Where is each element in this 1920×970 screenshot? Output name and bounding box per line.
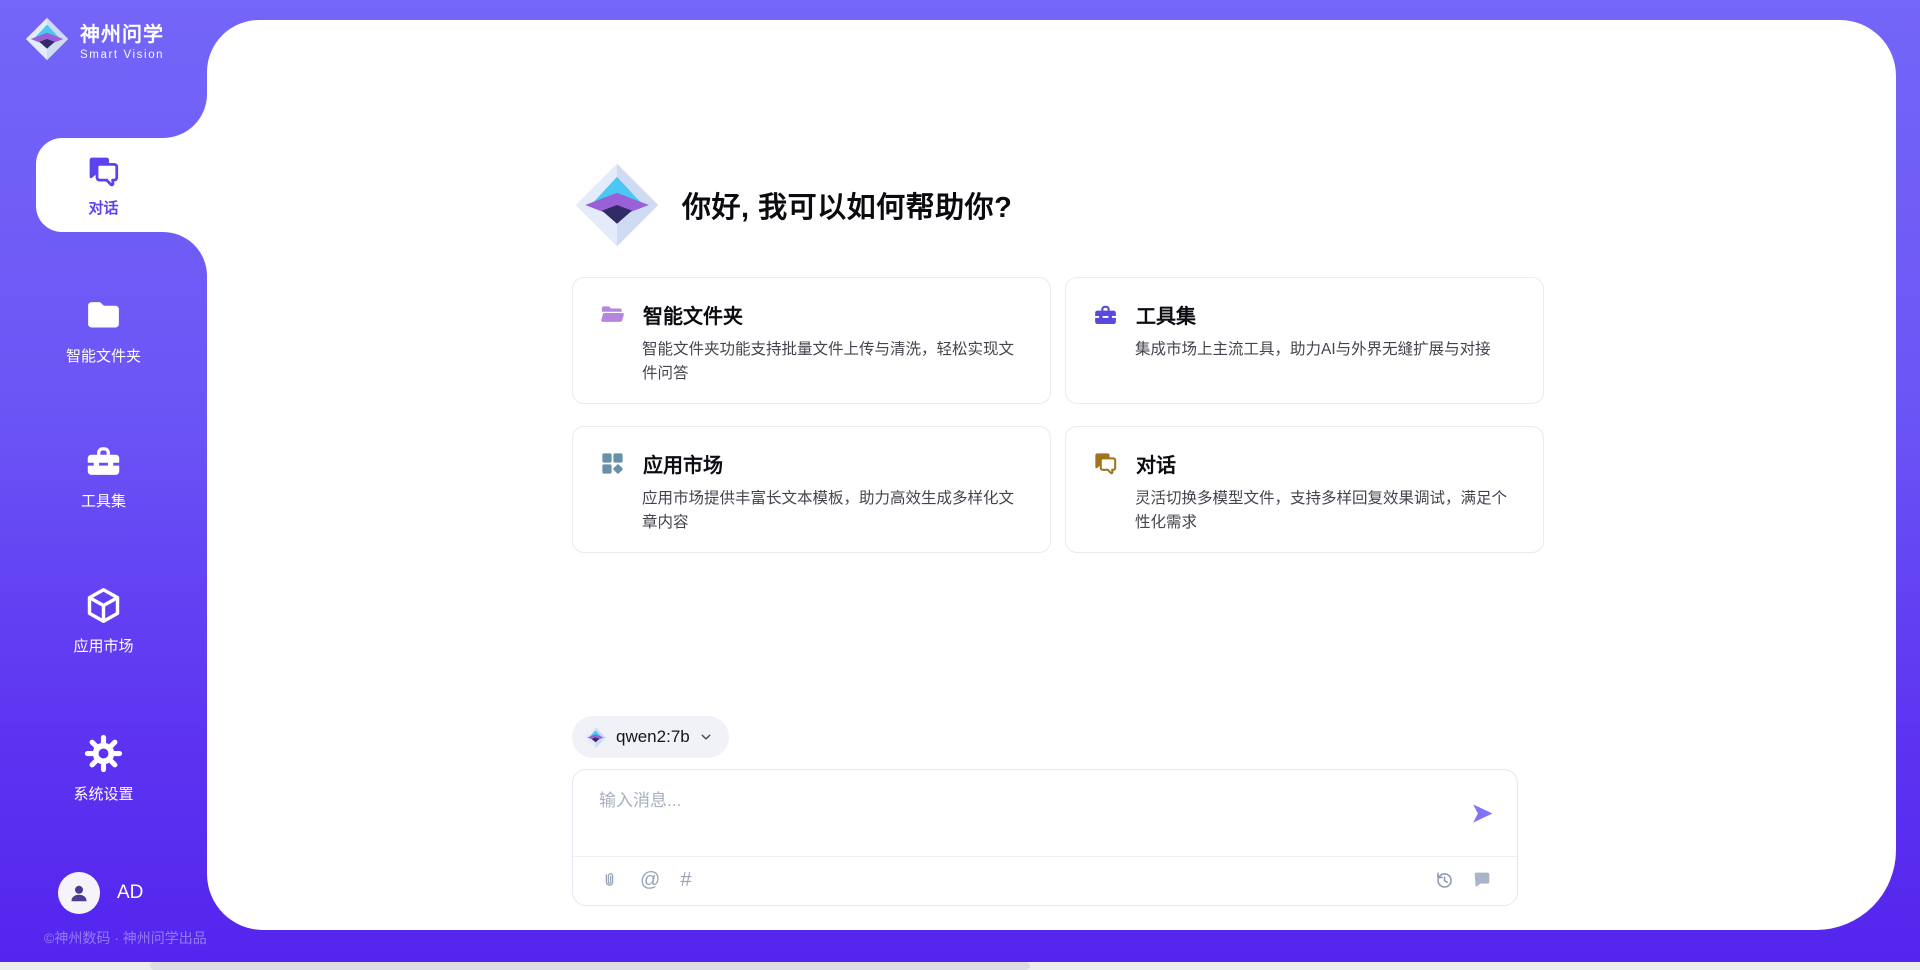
chat-filled-icon — [1471, 869, 1493, 891]
card-description: 智能文件夹功能支持批量文件上传与清洗，轻松实现文件问答 — [642, 338, 1024, 387]
sidebar-item-label: 系统设置 — [73, 783, 133, 804]
toolbox-icon — [83, 440, 124, 481]
avatar — [58, 872, 100, 914]
folder-icon — [83, 295, 124, 336]
card-description: 灵活切换多模型文件，支持多样回复效果调试，满足个性化需求 — [1135, 487, 1517, 536]
greeting: 你好, 我可以如何帮助你? — [572, 160, 1012, 250]
topic-button[interactable]: # — [680, 870, 691, 890]
sidebar-item-label: 工具集 — [81, 490, 126, 511]
send-button[interactable] — [1469, 800, 1495, 826]
sidebar-item-label: 应用市场 — [73, 635, 133, 656]
new-chat-button[interactable] — [1471, 869, 1493, 891]
attach-file-button[interactable] — [599, 870, 620, 891]
sidebar-item-label: 智能文件夹 — [66, 345, 141, 366]
cube-icon — [83, 585, 124, 626]
send-icon — [1470, 801, 1495, 826]
user-initials: AD — [117, 882, 143, 904]
mention-button[interactable]: @ — [640, 870, 660, 890]
card-app-market[interactable]: 应用市场 应用市场提供丰富长文本模板，助力高效生成多样化文章内容 — [572, 426, 1051, 553]
model-name: qwen2:7b — [616, 727, 690, 747]
horizontal-scrollbar[interactable] — [0, 962, 1920, 970]
sidebar-item-toolset[interactable]: 工具集 — [0, 440, 207, 511]
sidebar-item-app-market[interactable]: 应用市场 — [0, 585, 207, 656]
message-composer: @ # — [572, 769, 1518, 906]
person-icon — [67, 881, 91, 905]
model-selector[interactable]: qwen2:7b — [572, 716, 729, 758]
card-toolset[interactable]: 工具集 集成市场上主流工具，助力AI与外界无缝扩展与对接 — [1065, 277, 1544, 404]
card-title: 对话 — [1136, 449, 1176, 478]
active-tab-fillet-bottom — [163, 232, 207, 276]
sidebar-footer-text: ©神州数码 · 神州问学出品 — [44, 928, 207, 948]
main-panel: 你好, 我可以如何帮助你? 智能文件夹 智能文件夹功能支持批量文件上传与清洗，轻… — [207, 20, 1896, 930]
sidebar-item-chat[interactable]: 对话 — [36, 138, 207, 232]
sidebar-item-label: 对话 — [88, 197, 118, 218]
active-tab-fillet-top — [163, 94, 207, 138]
brand-subtitle: Smart Vision — [80, 49, 164, 61]
hash-icon: # — [680, 870, 691, 890]
gear-icon — [83, 733, 124, 774]
market-grid-icon — [599, 450, 626, 477]
model-diamond-icon — [584, 726, 607, 749]
paperclip-icon — [599, 870, 620, 891]
card-description: 应用市场提供丰富长文本模板，助力高效生成多样化文章内容 — [642, 487, 1024, 536]
user-account[interactable]: AD — [58, 872, 143, 914]
card-smart-folder[interactable]: 智能文件夹 智能文件夹功能支持批量文件上传与清洗，轻松实现文件问答 — [572, 277, 1051, 404]
folder-open-icon — [599, 301, 626, 328]
card-chat[interactable]: 对话 灵活切换多模型文件，支持多样回复效果调试，满足个性化需求 — [1065, 426, 1544, 553]
message-input[interactable] — [599, 786, 1447, 844]
toolbox-icon — [1092, 301, 1119, 328]
scrollbar-thumb[interactable] — [150, 962, 1030, 970]
greeting-diamond-icon — [572, 160, 662, 250]
card-title: 工具集 — [1136, 300, 1196, 329]
history-icon — [1433, 869, 1455, 891]
app-root: 神州问学 Smart Vision 对话 智能文件夹 工具集 应用市场 系统设置… — [0, 0, 1920, 970]
history-button[interactable] — [1433, 869, 1455, 891]
shortcut-cards: 智能文件夹 智能文件夹功能支持批量文件上传与清洗，轻松实现文件问答 工具集 集成… — [572, 277, 1518, 553]
brand-diamond-icon — [24, 16, 70, 62]
composer-toolbar: @ # — [599, 864, 691, 896]
chevron-down-icon — [699, 730, 713, 744]
composer-toolbar-right — [1433, 864, 1493, 896]
card-title: 应用市场 — [643, 449, 723, 478]
brand-name: 神州问学 — [80, 18, 164, 47]
at-icon: @ — [640, 870, 660, 890]
card-title: 智能文件夹 — [643, 300, 743, 329]
sidebar-item-settings[interactable]: 系统设置 — [0, 733, 207, 804]
chat-icon — [1092, 450, 1119, 477]
greeting-text: 你好, 我可以如何帮助你? — [682, 184, 1012, 226]
composer-divider — [573, 856, 1517, 857]
sidebar-item-smart-folder[interactable]: 智能文件夹 — [0, 295, 207, 366]
chat-icon — [85, 153, 122, 190]
card-description: 集成市场上主流工具，助力AI与外界无缝扩展与对接 — [1135, 338, 1517, 362]
brand-logo: 神州问学 Smart Vision — [24, 16, 164, 62]
